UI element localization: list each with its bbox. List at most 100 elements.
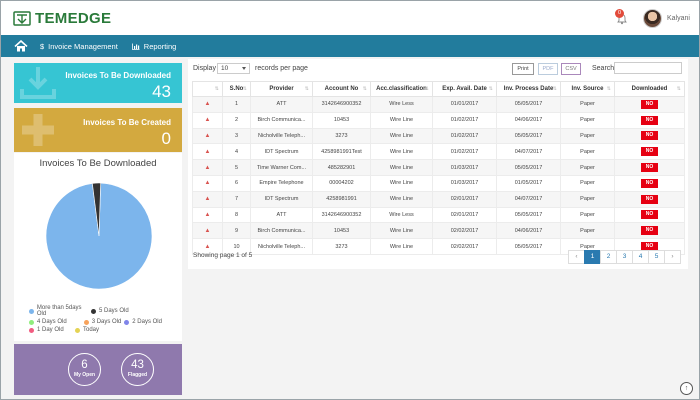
invoices-to-download-card[interactable]: Invoices To Be Downloaded 43 [14, 63, 182, 103]
prev-page-button[interactable]: ‹ [568, 250, 585, 264]
expand-row-cell[interactable]: ▲ [192, 174, 223, 192]
table-cell: 05/05/2017 [496, 159, 561, 176]
column-header[interactable]: Inv. Process Date ⇅ [496, 81, 561, 97]
expand-row-cell[interactable]: ▲ [192, 190, 223, 208]
table-row[interactable]: ▲ 4 IDT Spectrum 4258981991Test Wire Line 01/… [192, 143, 685, 161]
downloaded-status-badge[interactable]: NO [641, 115, 658, 125]
table-cell: 05/05/2017 [496, 127, 561, 145]
expand-row-cell[interactable]: ▲ [192, 127, 223, 145]
nav-reporting[interactable]: Reporting [131, 42, 176, 51]
legend-3-days[interactable]: 3 Days Old [83, 319, 125, 325]
downloaded-status-badge[interactable]: NO [641, 178, 658, 188]
column-header[interactable]: Downloaded ⇅ [614, 81, 685, 97]
page-button[interactable]: 3 [616, 250, 633, 264]
home-icon[interactable] [14, 40, 28, 52]
expand-arrow-icon[interactable]: ▲ [205, 133, 211, 139]
table-row[interactable]: ▲ 2 Birch Communica... 10453 Wire Line 01/02/… [192, 111, 685, 129]
downloaded-status-badge[interactable]: NO [641, 163, 658, 173]
table-cell: 6 [222, 174, 251, 192]
brand-logo[interactable]: TEMEDGE [13, 10, 111, 27]
page-button[interactable]: 5 [648, 250, 665, 264]
expand-arrow-icon[interactable]: ▲ [205, 180, 211, 186]
page-button[interactable]: 4 [632, 250, 649, 264]
page-button[interactable]: 1 [584, 250, 601, 264]
downloaded-status-badge[interactable]: NO [641, 210, 658, 220]
expand-arrow-icon[interactable]: ▲ [205, 196, 211, 202]
table-row[interactable]: ▲ 8 ATT 3142646900352 Wire Less 02/01/2017 05/… [192, 206, 685, 224]
table-row[interactable]: ▲ 6 Empire Telephone 00004202 Wire Line 01/03… [192, 174, 685, 192]
expand-arrow-icon[interactable]: ▲ [205, 165, 211, 171]
table-cell: Empire Telephone [250, 174, 313, 192]
downloaded-status-badge[interactable]: NO [641, 226, 658, 236]
table-cell: NO [614, 174, 685, 192]
next-page-button[interactable]: › [664, 250, 681, 264]
nav-invoice-management[interactable]: $ Invoice Management [40, 42, 118, 51]
legend-2-days[interactable]: 2 Days Old [124, 319, 179, 325]
table-row[interactable]: ▲ 7 IDT Spectrum 4258981991 Wire Line 02/01/2… [192, 190, 685, 208]
expand-arrow-icon[interactable]: ▲ [205, 228, 211, 234]
column-header[interactable]: Exp. Avail. Date ⇅ [432, 81, 497, 97]
csv-button[interactable]: CSV [561, 63, 581, 75]
expand-arrow-icon[interactable]: ▲ [205, 117, 211, 123]
invoices-to-create-card[interactable]: Invoices To Be Created 0 [14, 108, 182, 152]
legend-4-days[interactable]: 4 Days Old [29, 319, 84, 325]
pdf-button[interactable]: PDF [538, 63, 558, 75]
expand-row-cell[interactable]: ▲ [192, 111, 223, 129]
expand-column-header[interactable]: ⇅ [192, 81, 223, 97]
column-header[interactable]: Account No ⇅ [312, 81, 371, 97]
print-button[interactable]: Print [512, 63, 534, 75]
sort-icon: ⇅ [552, 86, 557, 92]
sort-icon: ⇅ [676, 86, 681, 92]
table-cell: Time Warner Com... [250, 159, 313, 176]
column-header[interactable]: S.No ⇅ [222, 81, 251, 97]
table-row[interactable]: ▲ 3 Nicholville Teleph... 3273 Wire Line 01/0… [192, 127, 685, 145]
downloaded-status-badge[interactable]: NO [641, 147, 658, 157]
expand-arrow-icon[interactable]: ▲ [205, 101, 211, 107]
column-header[interactable]: Acc.classification ⇅ [370, 81, 433, 97]
table-row[interactable]: ▲ 5 Time Warner Com... 485282901 Wire Line 01… [192, 159, 685, 176]
table-row[interactable]: ▲ 1 ATT 3142646900352 Wire Less 01/01/2017 05/… [192, 96, 685, 113]
legend-more-than-5-days[interactable]: More than 5days Old [29, 305, 91, 317]
flagged-count: 43 [131, 359, 144, 371]
scroll-to-top-icon[interactable]: ↑ [680, 382, 693, 395]
expand-row-cell[interactable]: ▲ [192, 143, 223, 161]
legend-1-day[interactable]: 1 Day Old [29, 327, 75, 333]
table-row[interactable]: ▲ 9 Birch Communica... 10453 Wire Line 02/02/… [192, 222, 685, 240]
table-cell: 05/05/2017 [496, 206, 561, 224]
page-button[interactable]: 2 [600, 250, 617, 264]
column-header[interactable]: Inv. Source ⇅ [560, 81, 615, 97]
flagged-stat[interactable]: 43 Flagged [121, 353, 154, 386]
expand-row-cell[interactable]: ▲ [192, 159, 223, 176]
notification-count-badge: 0 [615, 9, 624, 18]
expand-arrow-icon[interactable]: ▲ [205, 244, 211, 250]
downloaded-status-badge[interactable]: NO [641, 194, 658, 204]
downloaded-status-badge[interactable]: NO [641, 99, 658, 109]
username-label[interactable]: Kalyani [667, 15, 690, 22]
sort-icon: ⇅ [606, 86, 611, 92]
my-open-label: My Open [73, 372, 96, 378]
table-cell: 4 [222, 143, 251, 161]
expand-row-cell[interactable]: ▲ [192, 206, 223, 224]
table-cell: Wire Line [370, 238, 433, 255]
invoice-table: ⇅ S.No ⇅ Provider ⇅ Account No ⇅ Acc.classi… [192, 81, 685, 255]
records-per-page-select[interactable]: 10 [217, 63, 250, 74]
table-cell: 4258981991Test [312, 143, 371, 161]
create-card-title: Invoices To Be Created [83, 118, 171, 127]
expand-row-cell[interactable]: ▲ [192, 222, 223, 240]
legend-today[interactable]: Today [75, 327, 145, 333]
table-header-row: ⇅ S.No ⇅ Provider ⇅ Account No ⇅ Acc.classi… [192, 81, 685, 97]
expand-arrow-icon[interactable]: ▲ [205, 149, 211, 155]
table-cell: Paper [560, 96, 615, 113]
user-avatar[interactable] [643, 9, 662, 28]
expand-arrow-icon[interactable]: ▲ [205, 212, 211, 218]
legend-5-days[interactable]: 5 Days Old [91, 305, 161, 317]
column-header[interactable]: Provider ⇅ [250, 81, 313, 97]
my-open-stat[interactable]: 6 My Open [68, 353, 101, 386]
table-cell: 3273 [312, 127, 371, 145]
search-input[interactable] [614, 62, 682, 74]
table-cell: NO [614, 206, 685, 224]
downloaded-status-badge[interactable]: NO [641, 131, 658, 141]
table-cell: 10453 [312, 222, 371, 240]
expand-row-cell[interactable]: ▲ [192, 96, 223, 113]
table-cell: 02/02/2017 [432, 238, 497, 255]
